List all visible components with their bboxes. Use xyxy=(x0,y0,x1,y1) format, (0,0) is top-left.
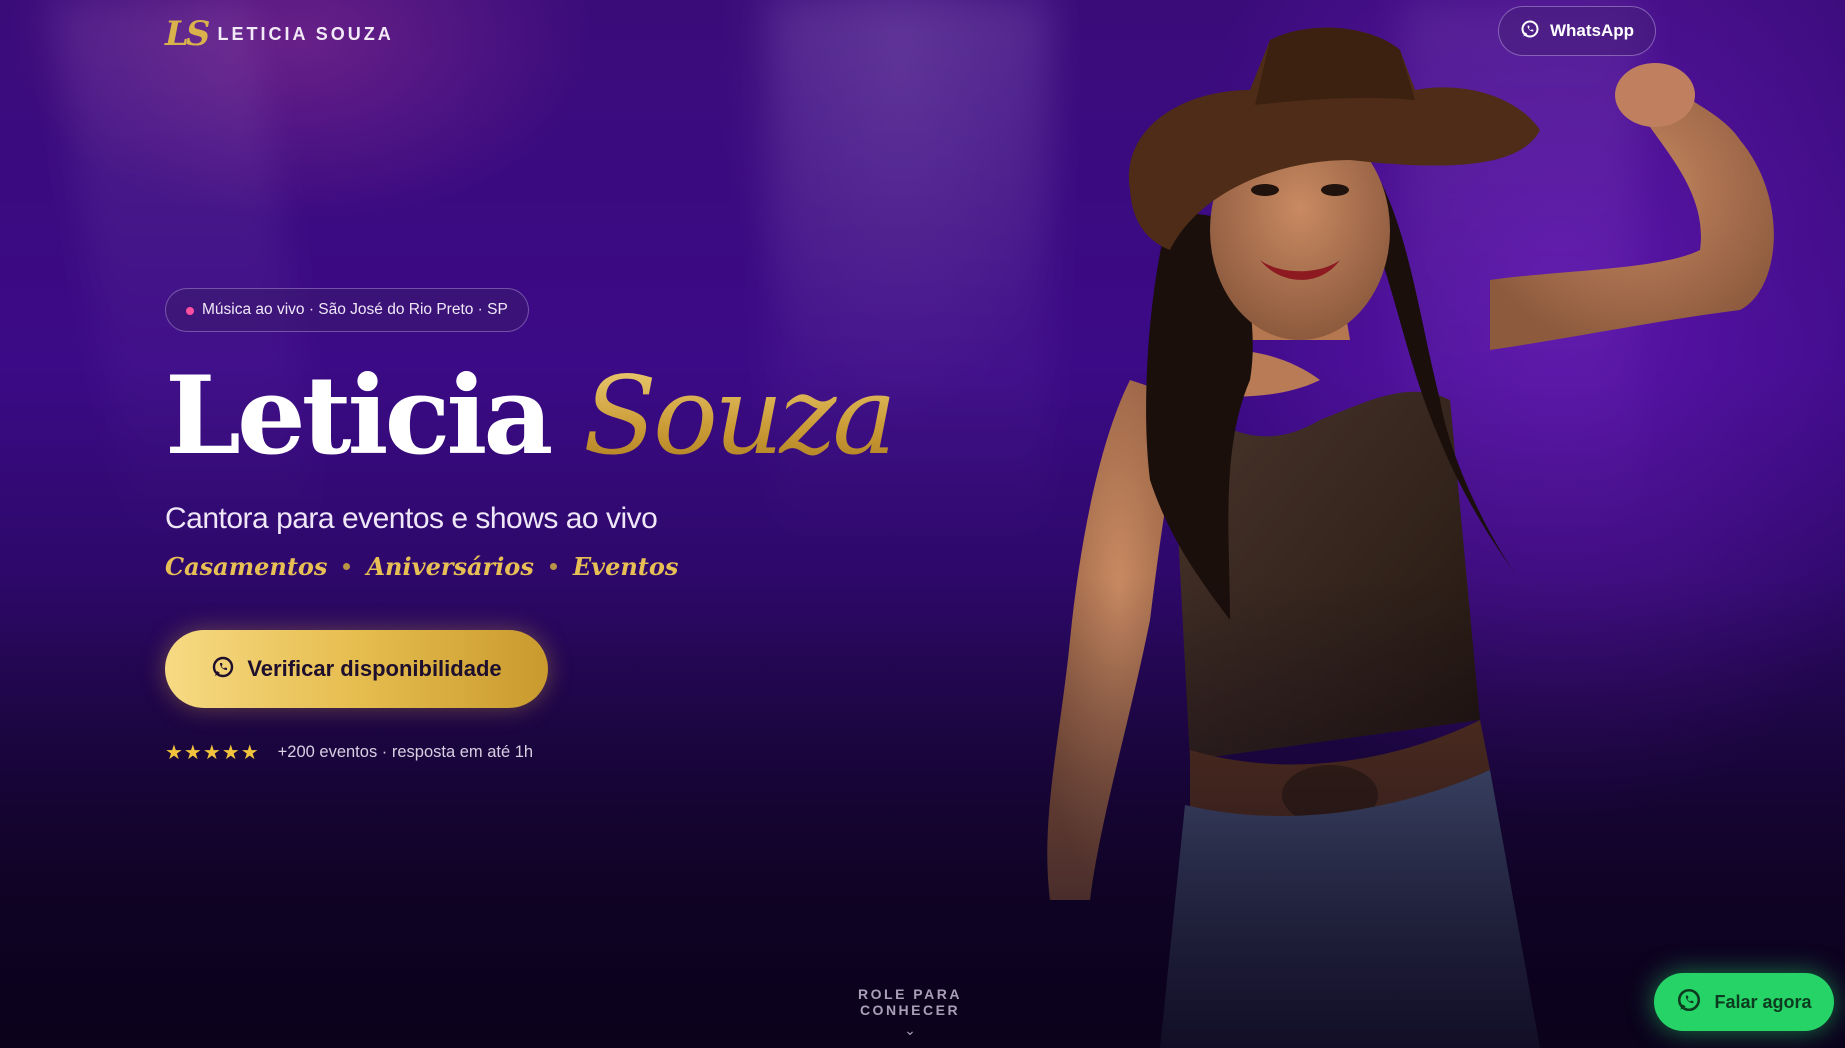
whatsapp-icon xyxy=(1676,987,1702,1018)
tag-casamentos: Casamentos xyxy=(165,552,328,581)
header-whatsapp-button[interactable]: WhatsApp xyxy=(1498,6,1656,56)
tag-separator xyxy=(343,563,351,570)
rating-row: ★★★★★ +200 eventos · resposta em até 1h xyxy=(165,740,533,765)
header-whatsapp-label: WhatsApp xyxy=(1549,21,1635,40)
title-last-name: Souza xyxy=(582,354,897,479)
hero-subtitle: Cantora para eventos e shows ao vivo xyxy=(165,502,658,535)
whatsapp-icon xyxy=(1520,19,1540,44)
scroll-hint[interactable]: ROLE PARA CONHECER ⌄ xyxy=(810,986,1010,1039)
floating-whatsapp-label: Falar agora xyxy=(1714,991,1812,1012)
check-availability-button[interactable]: Verificar disponibilidade xyxy=(165,630,548,708)
title-first-name: Leticia xyxy=(165,353,553,479)
brand-name: LETICIA SOUZA xyxy=(217,23,394,44)
rating-text: +200 eventos · resposta em até 1h xyxy=(277,743,534,761)
scroll-hint-label: ROLE PARA CONHECER xyxy=(858,986,962,1018)
tag-aniversarios: Aniversários xyxy=(366,552,534,581)
location-badge: Música ao vivo · São José do Rio Preto ·… xyxy=(165,288,529,332)
chevron-down-icon: ⌄ xyxy=(904,1022,916,1038)
tag-separator xyxy=(549,563,557,570)
star-rating-icon: ★★★★★ xyxy=(165,742,260,764)
page-title: Leticia Souza xyxy=(165,362,897,471)
tag-eventos: Eventos xyxy=(572,552,679,581)
event-tags: Casamentos Aniversários Eventos xyxy=(165,552,678,581)
check-availability-label: Verificar disponibilidade xyxy=(247,656,502,681)
floating-whatsapp-button[interactable]: Falar agora xyxy=(1654,973,1834,1031)
location-badge-text: Música ao vivo · São José do Rio Preto ·… xyxy=(202,301,508,318)
live-dot-icon xyxy=(186,307,194,315)
whatsapp-icon xyxy=(211,655,235,684)
brand-monogram: LS xyxy=(165,14,211,54)
brand-logo[interactable]: LS LETICIA SOUZA xyxy=(165,14,394,54)
